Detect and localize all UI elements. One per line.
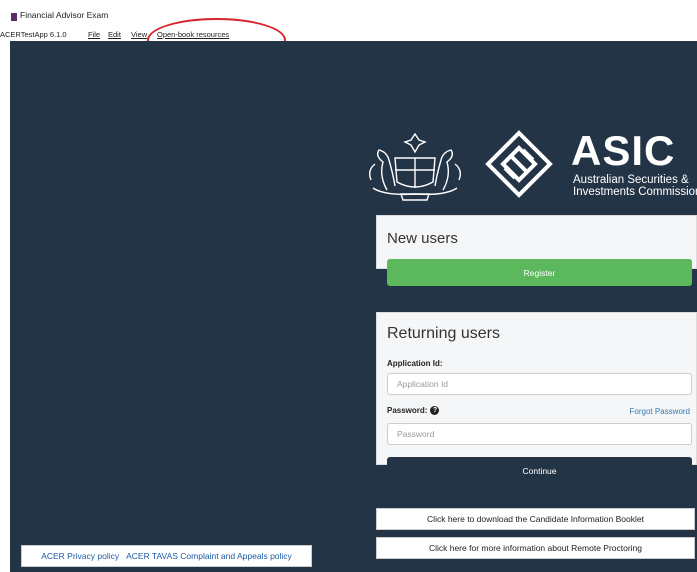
asic-subtitle-line2: Investments Commission xyxy=(573,186,697,198)
returning-users-panel: Returning users Application Id: Applicat… xyxy=(376,312,697,484)
logo-area: ASIC Australian Securities & Investments… xyxy=(365,126,697,202)
asic-subtitle: Australian Securities & Investments Comm… xyxy=(573,174,697,198)
window-title: Financial Advisor Exam xyxy=(20,10,109,20)
password-label-row: Password: ? xyxy=(387,406,440,415)
new-users-title: New users xyxy=(387,230,458,247)
app-background xyxy=(10,41,697,572)
returning-users-title: Returning users xyxy=(387,325,500,342)
forgot-password-link[interactable]: Forgot Password xyxy=(630,407,690,416)
menu-file[interactable]: File xyxy=(88,30,100,39)
title-bar: Financial Advisor Exam xyxy=(0,0,697,21)
asic-subtitle-line1: Australian Securities & xyxy=(573,174,689,186)
register-button[interactable]: Register xyxy=(387,259,692,286)
menu-edit[interactable]: Edit xyxy=(108,30,121,39)
remote-proctoring-button[interactable]: Click here for more information about Re… xyxy=(376,537,695,559)
asic-mark-icon xyxy=(485,130,553,198)
continue-button[interactable]: Continue xyxy=(387,457,692,484)
complaints-policy-link[interactable]: ACER TAVAS Complaint and Appeals policy xyxy=(126,551,292,561)
new-users-panel: New users Register xyxy=(376,215,697,286)
app-version: ACERTestApp 6.1.0 xyxy=(0,30,67,39)
coat-of-arms-icon xyxy=(368,132,462,201)
application-id-label: Application Id: xyxy=(387,359,443,368)
privacy-policy-link[interactable]: ACER Privacy policy xyxy=(41,551,119,561)
menu-view[interactable]: View xyxy=(131,30,147,39)
password-label: Password: xyxy=(387,406,428,415)
password-input[interactable]: Password xyxy=(387,423,692,445)
footer-links: ACER Privacy policy ACER TAVAS Complaint… xyxy=(21,545,312,567)
app-icon xyxy=(11,13,17,21)
menu-bar: ACERTestApp 6.1.0 File Edit View Open-bo… xyxy=(0,24,697,39)
download-booklet-button[interactable]: Click here to download the Candidate Inf… xyxy=(376,508,695,530)
asic-logo-text: ASIC xyxy=(571,127,676,174)
application-id-input[interactable]: Application Id xyxy=(387,373,692,395)
question-mark-icon[interactable]: ? xyxy=(430,406,440,415)
